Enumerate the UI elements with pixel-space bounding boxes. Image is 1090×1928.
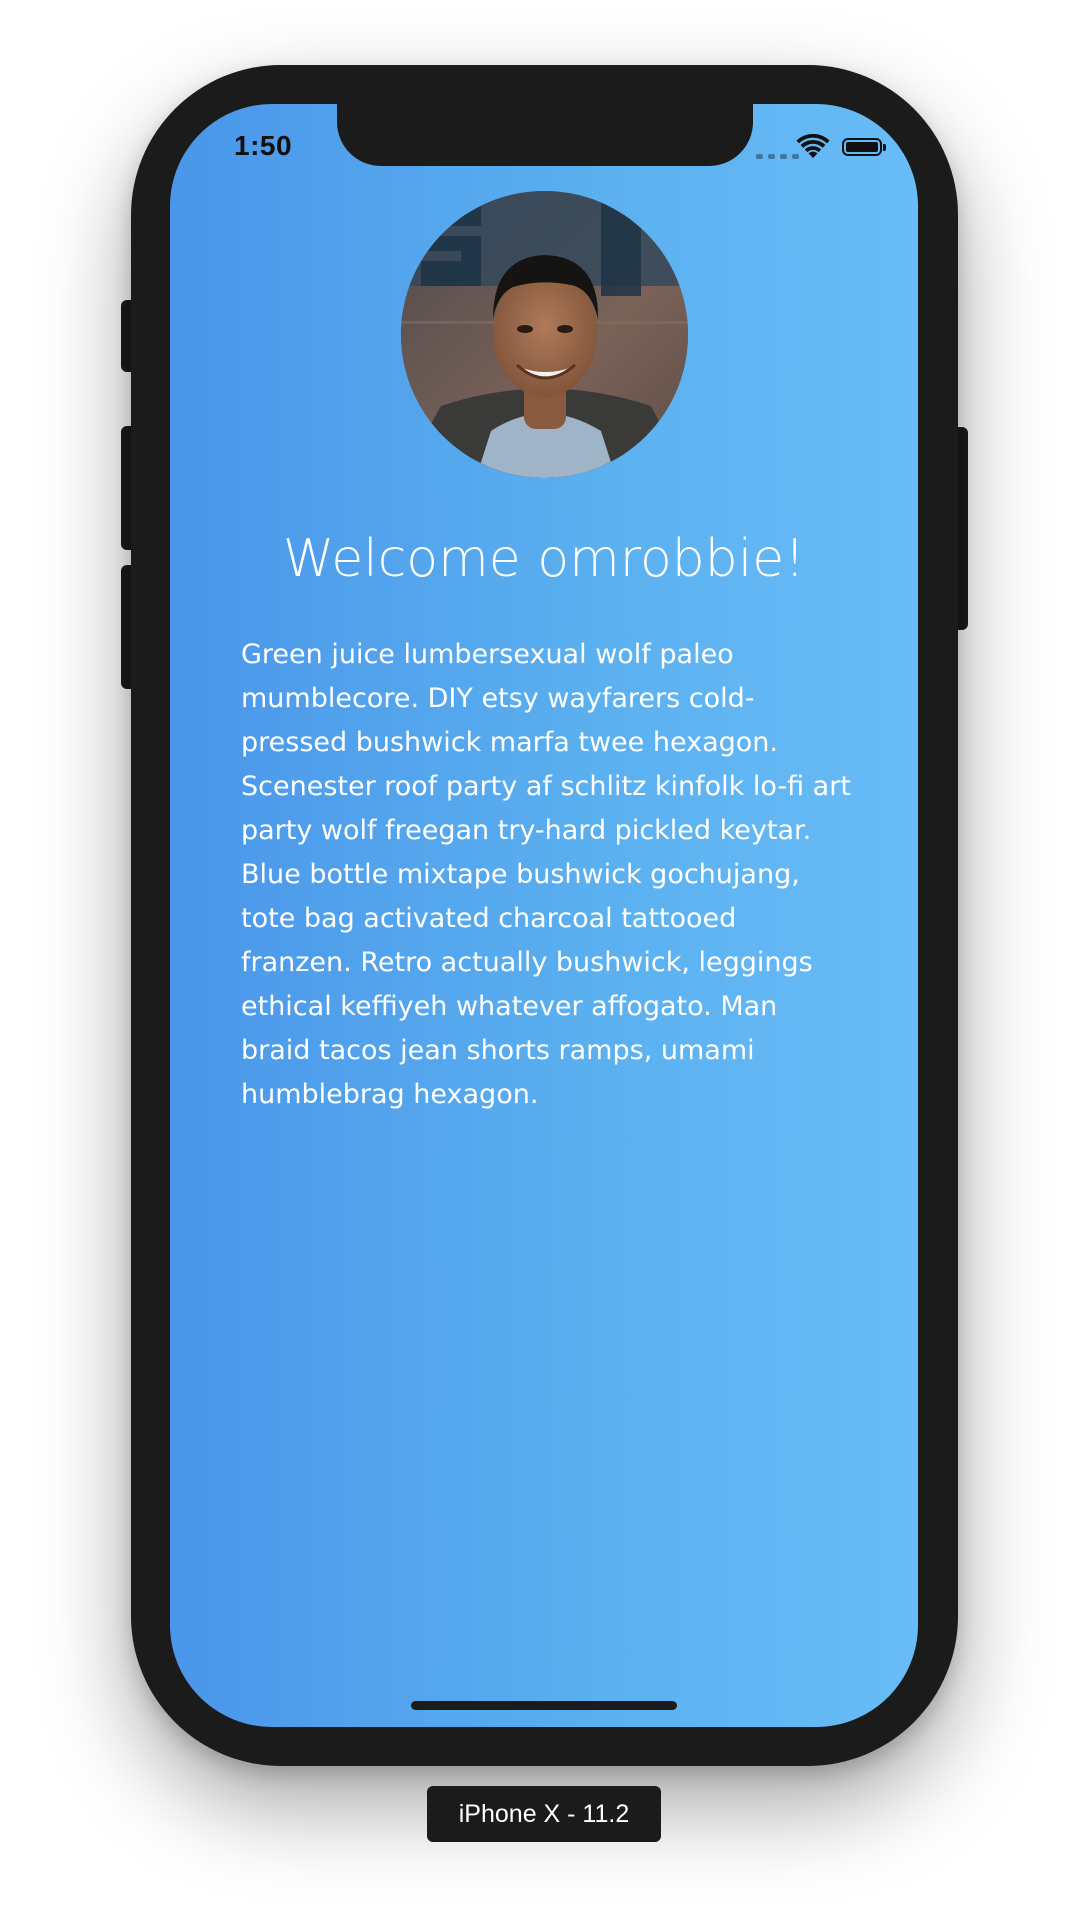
- profile-avatar: [401, 191, 688, 478]
- welcome-heading: Welcome omrobbie!: [282, 529, 806, 589]
- cellular-signal-icon: [756, 154, 799, 159]
- wifi-icon: [796, 133, 830, 160]
- app-screen: 1:50 Welcome omrobbie! Green juice lumbe…: [170, 104, 918, 1727]
- status-bar-time: 1:50: [234, 130, 293, 161]
- bio-paragraph: Green juice lumbersexual wolf paleo mumb…: [241, 639, 851, 1110]
- device-notch: [337, 104, 753, 166]
- battery-tip: [883, 144, 886, 151]
- battery-icon: [842, 138, 882, 156]
- simulator-device-label: iPhone X - 11.2: [427, 1786, 661, 1842]
- home-indicator[interactable]: [411, 1701, 677, 1710]
